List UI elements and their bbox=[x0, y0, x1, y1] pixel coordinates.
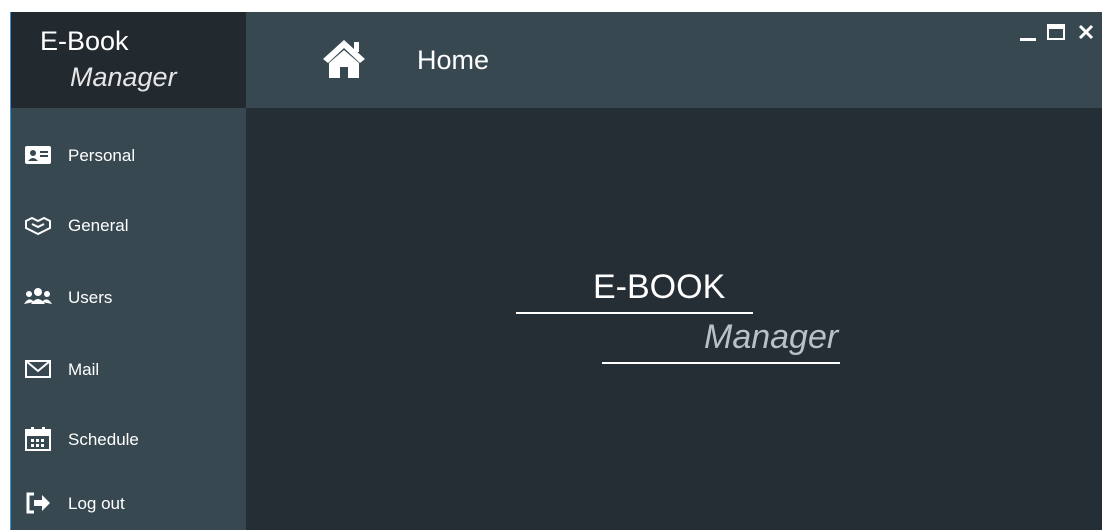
sidebar-item-personal[interactable]: Personal bbox=[10, 130, 246, 180]
home-icon bbox=[323, 40, 365, 78]
handshake-icon bbox=[25, 216, 51, 236]
envelope-icon bbox=[25, 360, 51, 378]
sidebar-item-label: Mail bbox=[68, 360, 100, 379]
logo-underline bbox=[602, 362, 840, 364]
calendar-icon bbox=[25, 427, 51, 451]
sidebar-item-logout[interactable]: Log out bbox=[10, 478, 246, 528]
main-content: E-BOOK Manager bbox=[246, 108, 1102, 530]
close-icon[interactable] bbox=[1076, 22, 1098, 44]
header-bar: Home bbox=[246, 12, 1102, 108]
page-title: Home bbox=[417, 45, 490, 75]
brand-subtitle: Manager bbox=[70, 62, 177, 92]
sidebar-item-label: Personal bbox=[68, 146, 136, 165]
sidebar-item-label: Schedule bbox=[68, 430, 139, 449]
users-icon bbox=[24, 288, 52, 304]
sidebar-item-label: Log out bbox=[68, 494, 125, 513]
minimize-icon[interactable] bbox=[1018, 22, 1040, 44]
app-window: E-Book Manager Home Personal General Use… bbox=[10, 12, 1102, 530]
brand-title: E-Book bbox=[40, 26, 129, 56]
window-border bbox=[10, 12, 11, 530]
id-card-icon bbox=[25, 146, 51, 164]
logo-underline bbox=[516, 312, 753, 314]
sign-out-icon bbox=[26, 492, 50, 514]
logo-title: E-BOOK bbox=[593, 268, 726, 306]
sidebar-item-schedule[interactable]: Schedule bbox=[10, 414, 246, 464]
logo-subtitle: Manager bbox=[704, 318, 839, 356]
sidebar-item-mail[interactable]: Mail bbox=[10, 344, 246, 394]
sidebar-item-general[interactable]: General bbox=[10, 200, 246, 250]
sidebar-item-label: Users bbox=[68, 288, 113, 307]
sidebar-item-label: General bbox=[68, 216, 129, 235]
maximize-icon[interactable] bbox=[1046, 22, 1068, 44]
brand-block: E-Book Manager bbox=[10, 12, 246, 108]
sidebar: Personal General Users Mail Schedule Log… bbox=[10, 108, 246, 530]
sidebar-item-users[interactable]: Users bbox=[10, 272, 246, 322]
